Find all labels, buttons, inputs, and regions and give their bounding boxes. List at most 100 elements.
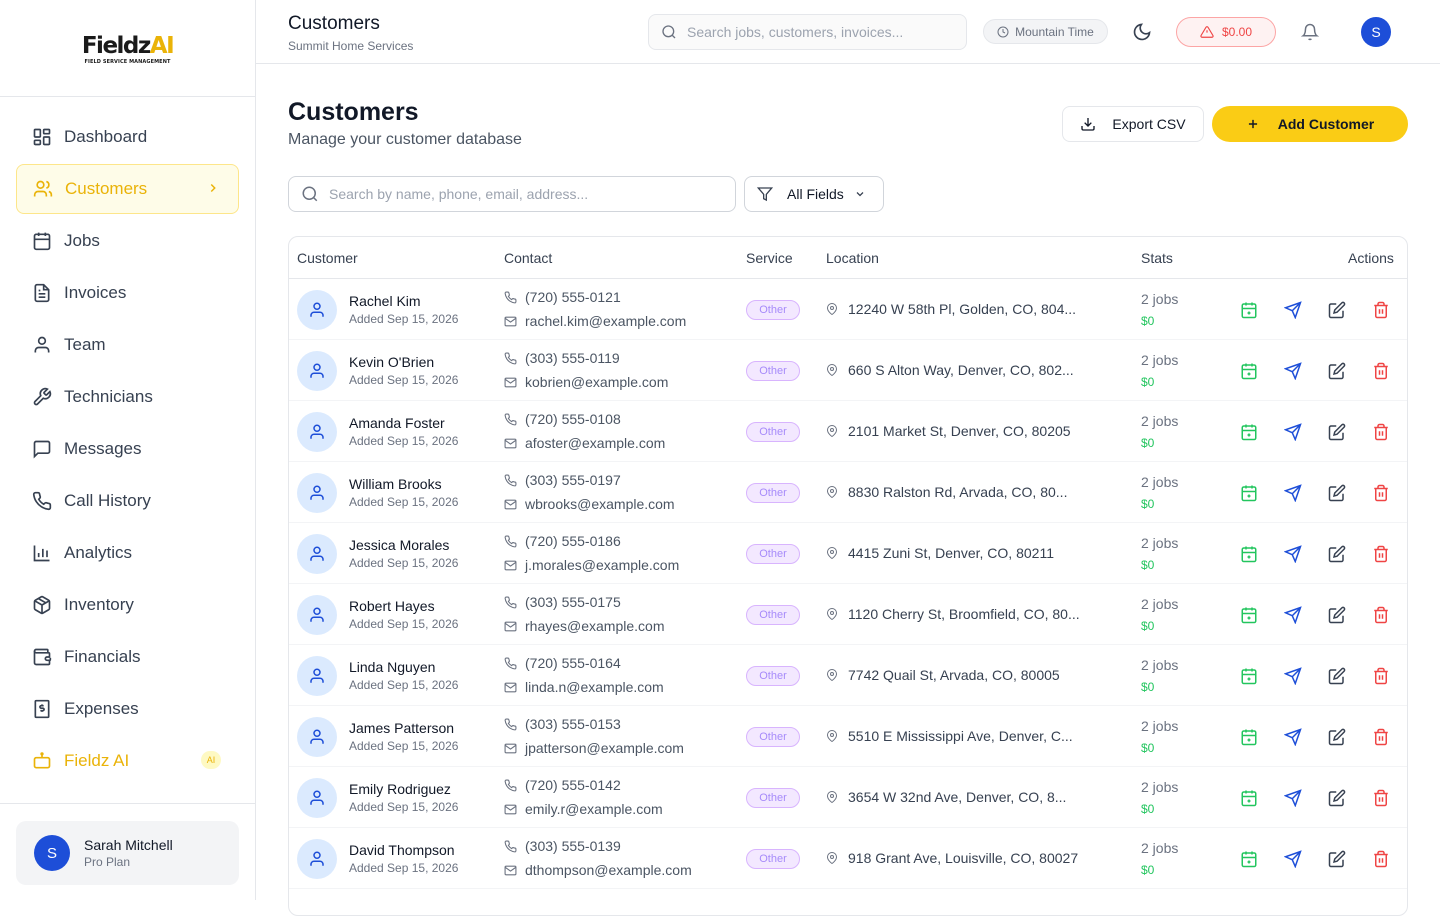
sidebar-item-expenses[interactable]: Expenses: [16, 684, 239, 734]
timezone-badge[interactable]: Mountain Time: [983, 19, 1108, 44]
trash-icon[interactable]: [1372, 850, 1390, 868]
sidebar-item-jobs[interactable]: Jobs: [16, 216, 239, 266]
calendar-plus-icon[interactable]: [1240, 789, 1258, 807]
edit-icon[interactable]: [1328, 728, 1346, 746]
send-icon[interactable]: [1284, 667, 1302, 685]
customer-email[interactable]: kobrien@example.com: [504, 374, 668, 390]
column-header-customer[interactable]: Customer: [297, 250, 358, 266]
customer-email[interactable]: rachel.kim@example.com: [504, 313, 686, 329]
send-icon[interactable]: [1284, 484, 1302, 502]
send-icon[interactable]: [1284, 362, 1302, 380]
send-icon[interactable]: [1284, 850, 1302, 868]
calendar-plus-icon[interactable]: [1240, 850, 1258, 868]
sidebar-item-fieldz-ai[interactable]: Fieldz AI AI: [16, 736, 239, 786]
export-csv-button[interactable]: Export CSV: [1062, 106, 1204, 142]
send-icon[interactable]: [1284, 301, 1302, 319]
trash-icon[interactable]: [1372, 484, 1390, 502]
bell-icon[interactable]: [1301, 23, 1319, 41]
table-row[interactable]: Emily Rodriguez Added Sep 15, 2026 (720)…: [289, 767, 1407, 828]
send-icon[interactable]: [1284, 789, 1302, 807]
customer-email[interactable]: jpatterson@example.com: [504, 740, 684, 756]
field-filter-select[interactable]: All Fields: [744, 176, 884, 212]
customer-phone[interactable]: (720) 555-0108: [504, 411, 621, 427]
add-customer-button[interactable]: Add Customer: [1212, 106, 1408, 142]
trash-icon[interactable]: [1372, 301, 1390, 319]
customer-phone[interactable]: (303) 555-0197: [504, 472, 621, 488]
sidebar-item-dashboard[interactable]: Dashboard: [16, 112, 239, 162]
customer-email[interactable]: rhayes@example.com: [504, 618, 665, 634]
edit-icon[interactable]: [1328, 606, 1346, 624]
calendar-plus-icon[interactable]: [1240, 362, 1258, 380]
customer-email[interactable]: j.morales@example.com: [504, 557, 679, 573]
customer-email[interactable]: dthompson@example.com: [504, 862, 692, 878]
avatar[interactable]: S: [1361, 17, 1391, 47]
global-search-input[interactable]: Search jobs, customers, invoices...: [648, 14, 967, 50]
table-row[interactable]: Robert Hayes Added Sep 15, 2026 (303) 55…: [289, 584, 1407, 645]
trash-icon[interactable]: [1372, 423, 1390, 441]
edit-icon[interactable]: [1328, 850, 1346, 868]
send-icon[interactable]: [1284, 423, 1302, 441]
send-icon[interactable]: [1284, 606, 1302, 624]
sidebar-item-customers[interactable]: Customers: [16, 164, 239, 214]
calendar-plus-icon[interactable]: [1240, 545, 1258, 563]
customer-phone[interactable]: (720) 555-0164: [504, 655, 621, 671]
customer-search-input[interactable]: Search by name, phone, email, address...: [288, 176, 736, 212]
customer-name[interactable]: Robert Hayes: [349, 598, 435, 614]
trash-icon[interactable]: [1372, 728, 1390, 746]
customer-name[interactable]: Emily Rodriguez: [349, 781, 451, 797]
customer-name[interactable]: David Thompson: [349, 842, 455, 858]
user-profile-card[interactable]: S Sarah Mitchell Pro Plan: [16, 821, 239, 885]
column-header-service[interactable]: Service: [746, 250, 793, 266]
edit-icon[interactable]: [1328, 545, 1346, 563]
customer-phone[interactable]: (720) 555-0142: [504, 777, 621, 793]
table-row[interactable]: James Patterson Added Sep 15, 2026 (303)…: [289, 706, 1407, 767]
moon-icon[interactable]: [1132, 22, 1152, 42]
trash-icon[interactable]: [1372, 545, 1390, 563]
calendar-plus-icon[interactable]: [1240, 301, 1258, 319]
send-icon[interactable]: [1284, 545, 1302, 563]
customer-phone[interactable]: (303) 555-0153: [504, 716, 621, 732]
table-row[interactable]: Amanda Foster Added Sep 15, 2026 (720) 5…: [289, 401, 1407, 462]
send-icon[interactable]: [1284, 728, 1302, 746]
sidebar-item-call-history[interactable]: Call History: [16, 476, 239, 526]
customer-name[interactable]: Rachel Kim: [349, 293, 421, 309]
sidebar-item-analytics[interactable]: Analytics: [16, 528, 239, 578]
edit-icon[interactable]: [1328, 423, 1346, 441]
edit-icon[interactable]: [1328, 789, 1346, 807]
customer-phone[interactable]: (303) 555-0175: [504, 594, 621, 610]
table-row[interactable]: Kevin O'Brien Added Sep 15, 2026 (303) 5…: [289, 340, 1407, 401]
customer-name[interactable]: Jessica Morales: [349, 537, 449, 553]
customer-email[interactable]: afoster@example.com: [504, 435, 665, 451]
table-row[interactable]: Rachel Kim Added Sep 15, 2026 (720) 555-…: [289, 279, 1407, 340]
sidebar-item-team[interactable]: Team: [16, 320, 239, 370]
customer-email[interactable]: linda.n@example.com: [504, 679, 664, 695]
customer-phone[interactable]: (303) 555-0119: [504, 350, 620, 366]
logo[interactable]: FieldzAI FIELD SERVICE MANAGEMENT: [0, 0, 255, 97]
customer-email[interactable]: emily.r@example.com: [504, 801, 663, 817]
customer-name[interactable]: Linda Nguyen: [349, 659, 435, 675]
table-row[interactable]: William Brooks Added Sep 15, 2026 (303) …: [289, 462, 1407, 523]
calendar-plus-icon[interactable]: [1240, 606, 1258, 624]
customer-name[interactable]: James Patterson: [349, 720, 454, 736]
table-row[interactable]: Jessica Morales Added Sep 15, 2026 (720)…: [289, 523, 1407, 584]
sidebar-item-inventory[interactable]: Inventory: [16, 580, 239, 630]
table-row[interactable]: Linda Nguyen Added Sep 15, 2026 (720) 55…: [289, 645, 1407, 706]
column-header-location[interactable]: Location: [826, 250, 879, 266]
edit-icon[interactable]: [1328, 301, 1346, 319]
balance-badge[interactable]: $0.00: [1176, 17, 1276, 47]
trash-icon[interactable]: [1372, 789, 1390, 807]
trash-icon[interactable]: [1372, 667, 1390, 685]
calendar-plus-icon[interactable]: [1240, 484, 1258, 502]
customer-name[interactable]: William Brooks: [349, 476, 442, 492]
trash-icon[interactable]: [1372, 362, 1390, 380]
customer-name[interactable]: Kevin O'Brien: [349, 354, 434, 370]
sidebar-item-technicians[interactable]: Technicians: [16, 372, 239, 422]
column-header-contact[interactable]: Contact: [504, 250, 552, 266]
customer-phone[interactable]: (720) 555-0121: [504, 289, 621, 305]
calendar-plus-icon[interactable]: [1240, 423, 1258, 441]
edit-icon[interactable]: [1328, 484, 1346, 502]
customer-phone[interactable]: (720) 555-0186: [504, 533, 621, 549]
calendar-plus-icon[interactable]: [1240, 728, 1258, 746]
edit-icon[interactable]: [1328, 667, 1346, 685]
column-header-stats[interactable]: Stats: [1141, 250, 1173, 266]
